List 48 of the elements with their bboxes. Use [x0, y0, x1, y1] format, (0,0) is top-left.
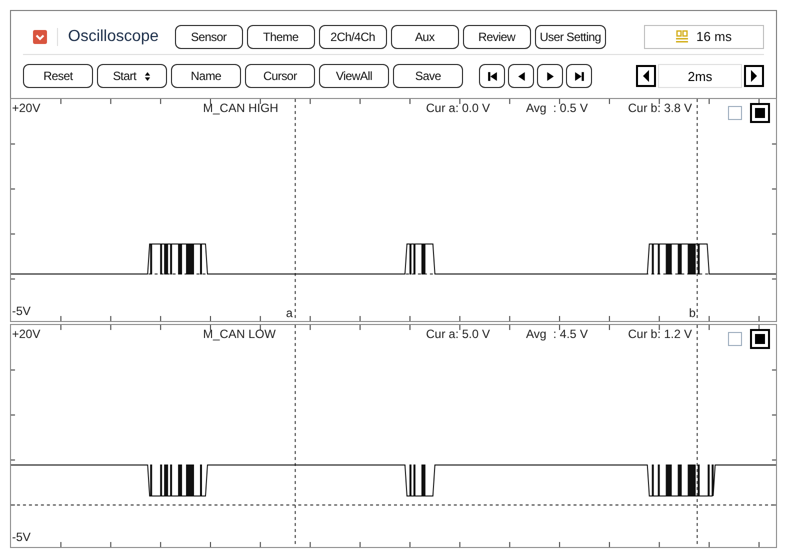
scale-decrease-button[interactable] [636, 65, 656, 87]
scale-min-label: -5V [12, 304, 31, 318]
left-arrow-icon [641, 69, 651, 83]
toolbar-button[interactable]: Sensor [174, 24, 243, 48]
channel-name: M_CAN LOW [203, 327, 276, 341]
toolbar-button[interactable]: Theme [246, 24, 315, 48]
step-forward-button[interactable] [537, 64, 563, 88]
cursor-b-reading: Cur b: 3.8 V [628, 101, 692, 115]
toolbar-button[interactable]: Save [393, 64, 463, 88]
skip-end-button[interactable] [566, 64, 592, 88]
checkbox[interactable] [750, 329, 770, 349]
ab-icon [676, 30, 688, 44]
scale-min-label: -5V [12, 530, 31, 544]
step-back-icon [516, 70, 526, 82]
toolbar-button[interactable]: 2Ch/4Ch [318, 24, 387, 48]
toolbar-button[interactable]: Name [171, 64, 241, 88]
skip-end-icon [574, 70, 584, 82]
skip-start-icon [486, 70, 498, 82]
up-down-icon [144, 70, 152, 82]
average-reading: Avg : 0.5 V [526, 101, 588, 115]
cursor-b-marker: b [689, 306, 696, 320]
average-reading: Avg : 4.5 V [526, 327, 588, 341]
cursor-a-marker: a [286, 306, 293, 320]
toolbar-button[interactable]: Cursor [245, 64, 315, 88]
cursor-a-reading: Cur a: 0.0 V [426, 101, 490, 115]
toolbar-button[interactable]: Aux [390, 24, 459, 48]
time-scale-field[interactable]: 2ms [658, 64, 742, 88]
scale-max-label: +20V [12, 327, 40, 341]
checkbox[interactable] [728, 106, 742, 120]
cursor-a-reading: Cur a: 5.0 V [426, 327, 490, 341]
toolbar-button[interactable]: User Setting [534, 24, 606, 48]
step-back-button[interactable] [508, 64, 534, 88]
skip-start-button[interactable] [479, 64, 505, 88]
toolbar-button[interactable]: Reset [23, 64, 93, 88]
scale-increase-button[interactable] [744, 65, 764, 87]
start-spinner[interactable]: Start [97, 64, 167, 88]
toolbar-button[interactable]: Review [462, 24, 531, 48]
right-arrow-icon [749, 69, 759, 83]
cursor-b-reading: Cur b: 1.2 V [628, 327, 692, 341]
scale-max-label: +20V [12, 101, 40, 115]
channel-name: M_CAN HIGH [203, 101, 278, 115]
checkbox[interactable] [728, 332, 742, 346]
dropdown-icon[interactable] [33, 30, 47, 44]
step-forward-icon [544, 70, 556, 82]
time-value: 16 ms [696, 29, 732, 44]
app-title: Oscilloscope [57, 28, 167, 46]
toolbar-button[interactable]: ViewAll [319, 64, 389, 88]
checkbox[interactable] [750, 103, 770, 123]
